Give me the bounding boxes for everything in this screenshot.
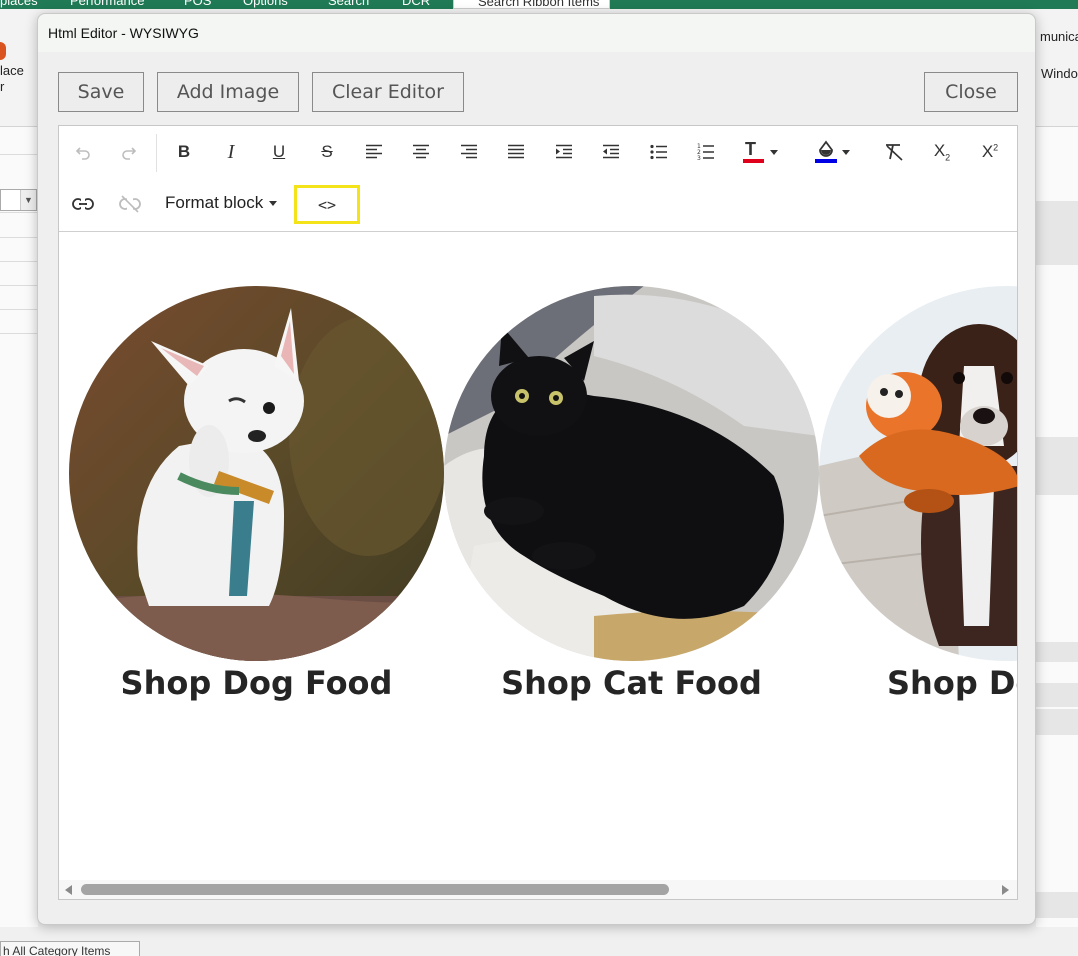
format-block-dropdown[interactable]: Format block <box>165 186 278 220</box>
highlight-color-button[interactable] <box>807 135 857 169</box>
ribbon-tab-search[interactable]: Search <box>328 0 369 8</box>
undo-button[interactable] <box>66 135 100 169</box>
background-dropdown[interactable]: ▼ <box>0 189 37 211</box>
html-editor-dialog: Html Editor - WYSIWYG Save Add Image Cle… <box>37 13 1036 925</box>
subscript-button[interactable]: X2 <box>925 135 959 169</box>
indent-button[interactable] <box>547 135 581 169</box>
close-button[interactable]: Close <box>924 72 1018 112</box>
strikethrough-icon: S <box>321 142 333 161</box>
justify-button[interactable] <box>499 135 533 169</box>
add-image-button[interactable]: Add Image <box>157 72 299 112</box>
align-justify-icon <box>508 144 524 159</box>
underline-icon: U <box>272 142 286 161</box>
toolbar-separator <box>156 134 157 172</box>
editor-toolbar: B I U S 1 2 3 T X2 X2 Format block <> <box>59 126 1017 232</box>
dog-toy-image <box>819 286 1017 661</box>
link-icon <box>72 198 94 210</box>
subscript-icon: X2 <box>933 141 951 163</box>
card-caption[interactable]: Shop Cat Food <box>444 664 819 702</box>
text-color-icon: T <box>743 139 764 163</box>
align-left-icon <box>366 144 382 159</box>
clear-format-button[interactable] <box>877 135 911 169</box>
card-caption[interactable]: Shop Dog Food <box>69 664 444 702</box>
indent-icon <box>556 144 572 159</box>
clear-editor-button[interactable]: Clear Editor <box>312 72 464 112</box>
scroll-left-arrow-icon[interactable] <box>65 885 72 895</box>
insert-link-button[interactable] <box>66 187 100 221</box>
italic-icon: I <box>227 140 235 163</box>
numbered-list-icon: 123 <box>697 143 714 161</box>
editor-content[interactable]: Shop Dog Food Shop Cat Food Shop D <box>59 233 1017 883</box>
clear-format-icon <box>886 144 903 161</box>
search-ribbon-items-field[interactable]: Search Ribbon Items <box>453 0 611 9</box>
format-block-label: Format block <box>165 193 264 212</box>
ribbon-tab-dcr[interactable]: DCR <box>402 0 430 8</box>
undo-icon <box>75 147 90 160</box>
text-color-button[interactable]: T <box>735 135 785 169</box>
svg-text:3: 3 <box>697 155 701 161</box>
align-center-icon <box>413 144 429 159</box>
numbered-list-button[interactable]: 123 <box>689 135 723 169</box>
dialog-title: Html Editor - WYSIWYG <box>48 25 199 41</box>
ribbon-tab-places[interactable]: places <box>0 0 38 8</box>
bullet-list-button[interactable] <box>642 135 676 169</box>
ribbon-button-label[interactable]: lace r <box>0 63 24 95</box>
code-icon: <> <box>317 195 337 214</box>
horizontal-scrollbar[interactable] <box>59 880 1017 899</box>
align-right-icon <box>461 144 477 159</box>
ribbon-tab-options[interactable]: Options <box>243 0 288 8</box>
align-right-button[interactable] <box>452 135 486 169</box>
background-left-panel <box>0 127 38 927</box>
scroll-right-arrow-icon[interactable] <box>1002 885 1009 895</box>
align-left-button[interactable] <box>357 135 391 169</box>
ribbon-tab-pos[interactable]: POS <box>184 0 211 8</box>
background-right-panel <box>1036 127 1078 927</box>
outdent-button[interactable] <box>594 135 628 169</box>
chevron-down-icon: ▼ <box>20 190 36 210</box>
align-center-button[interactable] <box>404 135 438 169</box>
highlight-color-icon <box>815 140 837 163</box>
chevron-down-icon <box>269 200 278 206</box>
bottom-tab[interactable]: h All Category Items <box>0 941 140 956</box>
bold-button[interactable]: B <box>167 135 201 169</box>
ribbon-app-icon <box>0 42 6 60</box>
chevron-down-icon <box>842 149 850 155</box>
dialog-titlebar[interactable]: Html Editor - WYSIWYG <box>38 14 1035 52</box>
bullet-list-icon <box>650 144 667 160</box>
unlink-button[interactable] <box>113 187 147 221</box>
ribbon-tab-performance[interactable]: Performance <box>70 0 144 8</box>
scrollbar-thumb[interactable] <box>81 884 669 895</box>
underline-button[interactable]: U <box>262 135 296 169</box>
chevron-down-icon <box>770 149 778 155</box>
redo-button[interactable] <box>112 135 146 169</box>
source-code-button[interactable]: <> <box>294 185 360 224</box>
dog-food-image <box>69 286 444 661</box>
save-button[interactable]: Save <box>58 72 144 112</box>
ribbon-communications-label[interactable]: munica <box>1040 29 1078 44</box>
strikethrough-button[interactable]: S <box>310 135 344 169</box>
superscript-icon: X2 <box>981 142 999 161</box>
svg-text:T: T <box>745 139 756 159</box>
outdent-icon <box>603 144 619 159</box>
ribbon-window-label[interactable]: Windo <box>1041 66 1078 81</box>
card-caption[interactable]: Shop Do <box>887 664 1017 702</box>
redo-icon <box>122 147 137 160</box>
wysiwyg-editor: B I U S 1 2 3 T X2 X2 Format block <> Sh… <box>58 125 1018 900</box>
italic-button[interactable]: I <box>214 135 248 169</box>
bold-icon: B <box>177 142 191 161</box>
unlink-icon <box>119 195 141 213</box>
cat-food-image <box>444 286 819 661</box>
superscript-button[interactable]: X2 <box>973 135 1007 169</box>
ribbon-tab-strip: places Performance POS Options Search DC… <box>0 0 1078 9</box>
